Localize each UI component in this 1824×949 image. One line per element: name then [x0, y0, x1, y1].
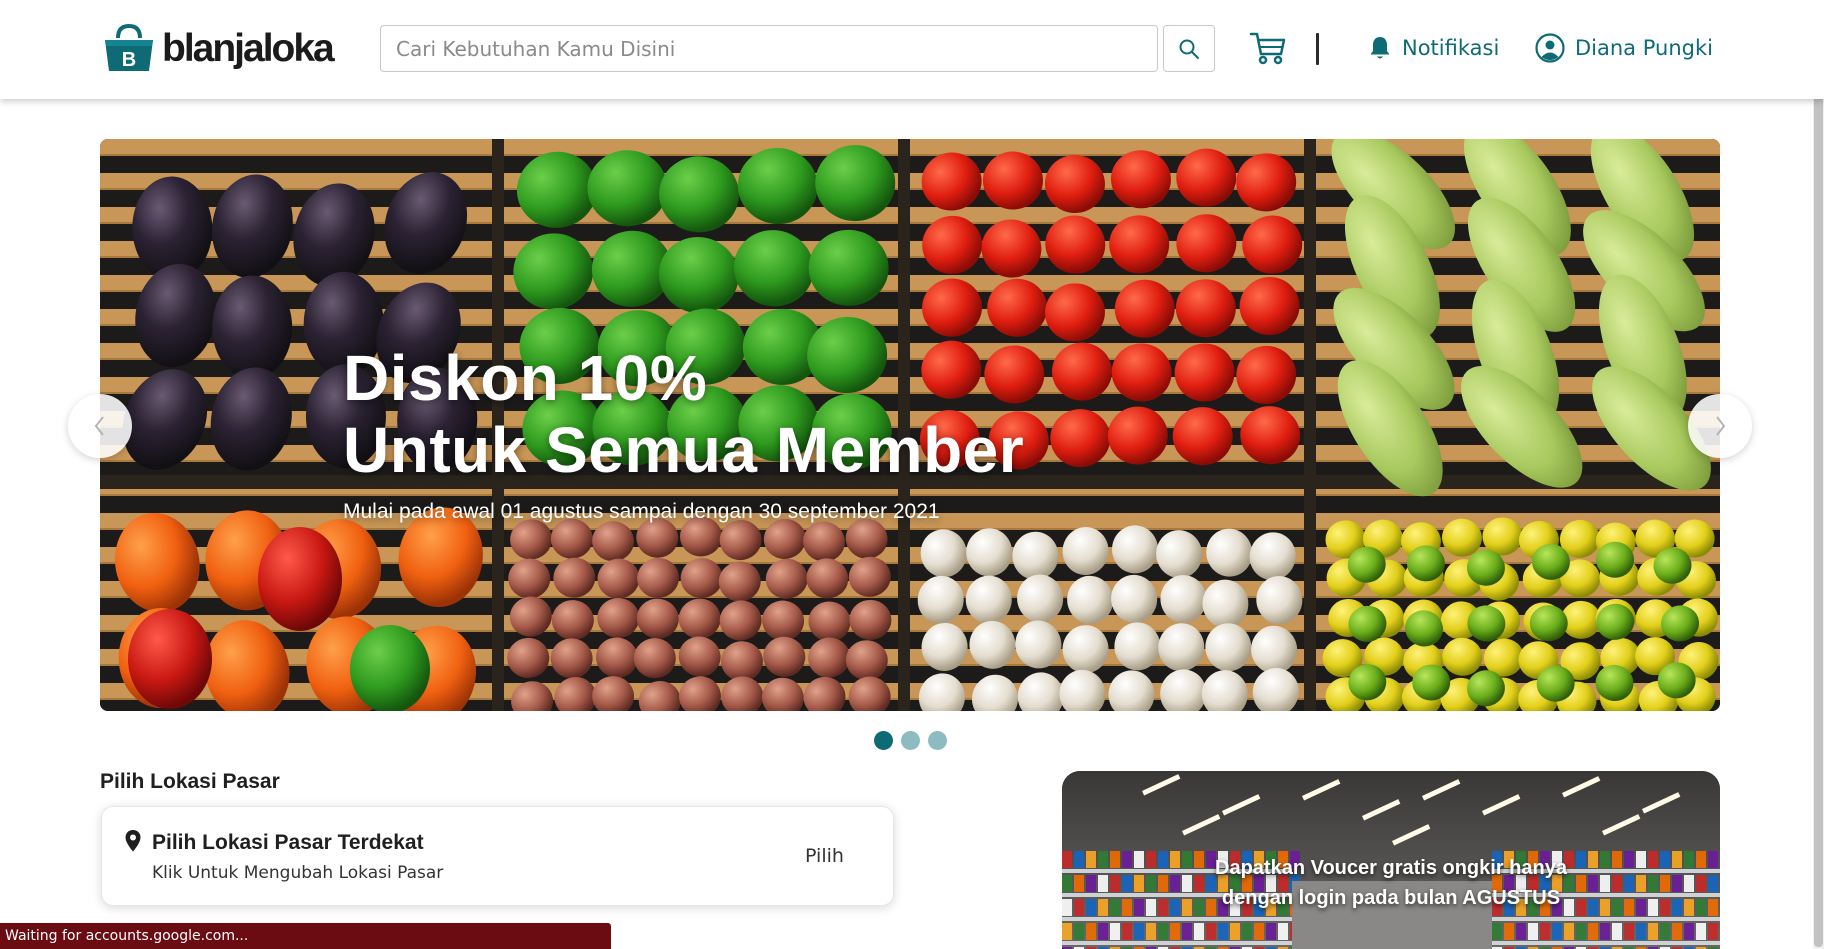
browser-status-bar: Waiting for accounts.google.com...	[0, 923, 611, 949]
cart-button[interactable]	[1248, 28, 1288, 68]
shopping-bag-icon: B	[105, 24, 153, 71]
header-divider	[1316, 33, 1319, 65]
bell-icon	[1370, 37, 1390, 59]
top-navbar: B blanjaloka Notifikasi Diana P	[0, 0, 1824, 99]
search-button[interactable]	[1163, 25, 1215, 72]
cart-icon	[1249, 32, 1286, 65]
scrollbar-thumb[interactable]	[1814, 2, 1823, 947]
map-pin-icon	[125, 830, 141, 852]
location-card-subtitle: Klik Untuk Mengubah Lokasi Pasar	[152, 863, 444, 883]
carousel-dot[interactable]	[928, 731, 947, 750]
carousel-indicators	[874, 731, 947, 750]
promo-banner[interactable]: Diskon 10% Untuk Semua Member Mulai pada…	[100, 139, 1720, 711]
banner-headline-line2: Untuk Semua Member	[343, 414, 1025, 486]
voucher-promo-card[interactable]: Dapatkan Voucer gratis ongkir hanya deng…	[1062, 771, 1720, 949]
notifications-label: Notifikasi	[1402, 36, 1500, 60]
section-title: Pilih Lokasi Pasar	[100, 770, 280, 793]
choose-location-button[interactable]: Pilih	[805, 845, 844, 867]
banner-subline: Mulai pada awal 01 agustus sampai dengan…	[343, 500, 940, 523]
carousel-dot[interactable]	[901, 731, 920, 750]
voucher-text: Dapatkan Voucer gratis ongkir hanya deng…	[1215, 857, 1567, 909]
brand-name: blanjaloka	[162, 27, 335, 70]
location-card-title: Pilih Lokasi Pasar Terdekat	[152, 831, 424, 854]
market-location-card[interactable]: Pilih Lokasi Pasar Terdekat Klik Untuk M…	[101, 806, 894, 906]
carousel-prev-button[interactable]	[68, 394, 132, 458]
banner-headline: Diskon 10% Untuk Semua Member	[343, 342, 1024, 486]
user-menu[interactable]: Diana Pungki	[1535, 30, 1713, 66]
carousel-next-button[interactable]	[1688, 394, 1752, 458]
search-input[interactable]	[380, 25, 1158, 72]
carousel-dot[interactable]	[874, 731, 893, 750]
banner-headline-line1: Diskon 10%	[343, 342, 708, 414]
notifications-button[interactable]: Notifikasi	[1368, 30, 1499, 66]
banner-caption: Diskon 10% Untuk Semua Member Mulai pada…	[343, 342, 1024, 524]
chevron-right-icon	[1716, 416, 1726, 436]
page-scrollbar[interactable]	[1813, 0, 1824, 949]
user-circle-icon	[1535, 33, 1565, 63]
brand-logo[interactable]: B blanjaloka	[102, 24, 335, 74]
svg-text:B: B	[122, 49, 136, 71]
search-icon	[1179, 39, 1199, 59]
chevron-left-icon	[94, 416, 104, 436]
user-name: Diana Pungki	[1575, 36, 1713, 60]
